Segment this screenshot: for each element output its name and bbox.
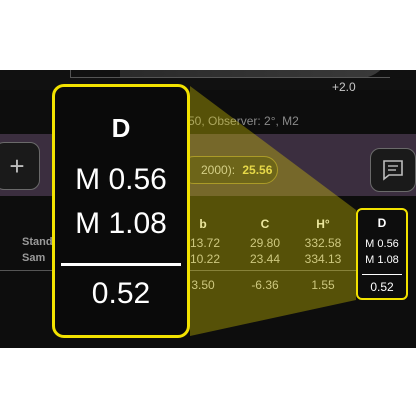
header-h: H°: [316, 217, 330, 231]
graph-axis: [70, 70, 390, 78]
zoom-header-d: D: [111, 113, 131, 143]
small-header-d: D: [377, 216, 387, 230]
observer-info: 50, Observer: 2°, M2: [188, 114, 299, 128]
delta-e-label: 2000):: [201, 163, 236, 177]
highlight-small-column: D M 0.56 M 1.08 0.52: [356, 208, 408, 300]
table-cell: 29.80: [249, 236, 281, 250]
table-cell: 332.58: [304, 236, 342, 250]
small-value-1: M 0.56: [365, 238, 399, 250]
plus-icon: +: [9, 150, 25, 181]
row-label-sample: Sam: [22, 252, 46, 264]
notes-button[interactable]: [370, 148, 416, 192]
add-button[interactable]: +: [0, 142, 40, 190]
table-cell: 334.13: [304, 252, 342, 266]
zoom-difference: 0.52: [91, 277, 151, 310]
small-divider: [362, 274, 402, 275]
zoom-value-2: M 1.08: [75, 207, 167, 240]
table-cell: -6.36: [251, 278, 279, 292]
table-cell: 23.44: [249, 252, 281, 266]
zoom-magnifier: D M 0.56 M 1.08 0.52: [52, 84, 190, 338]
zoom-value-1: M 0.56: [75, 163, 167, 196]
small-difference: 0.52: [370, 280, 394, 294]
small-value-2: M 1.08: [365, 254, 399, 266]
note-icon: [383, 160, 403, 181]
row-label-standard: Stand: [22, 236, 53, 248]
delta-e-pill[interactable]: 2000): 25.56: [180, 156, 278, 184]
table-cell: 1.55: [311, 278, 335, 292]
zoom-divider: [61, 263, 181, 266]
graph-tick-label: +2.0: [332, 80, 356, 94]
delta-e-value: 25.56: [242, 163, 273, 177]
header-c: C: [260, 217, 270, 231]
